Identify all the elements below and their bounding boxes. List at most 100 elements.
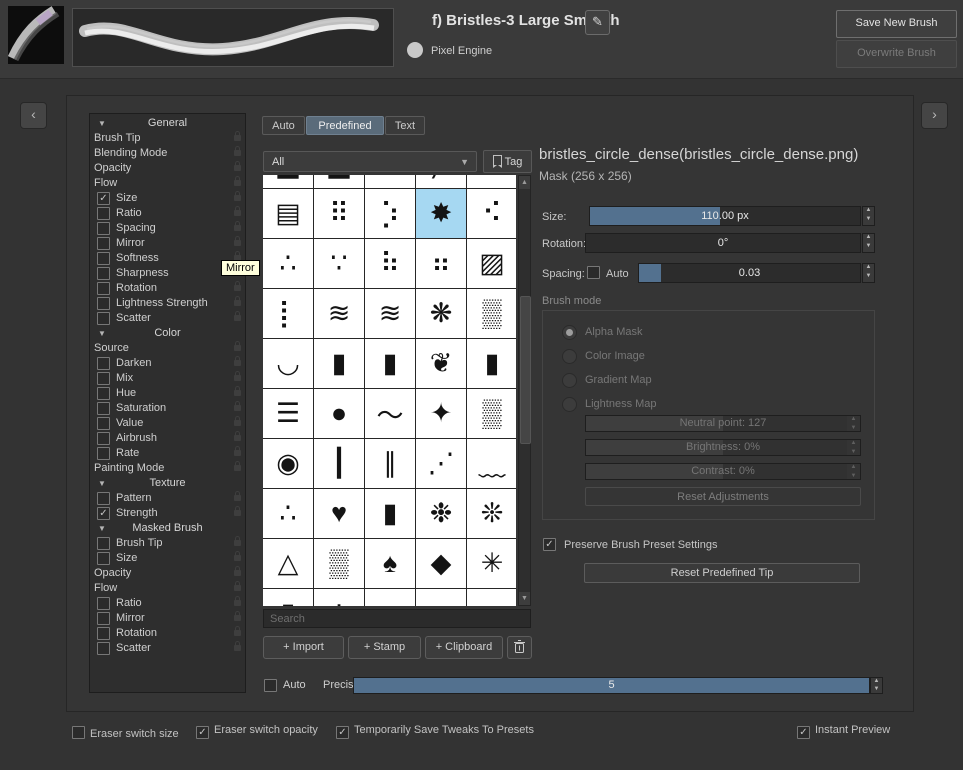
brush-tip-scratch-patch[interactable]: ▒ bbox=[467, 389, 516, 438]
brush-tip-smudge-column[interactable]: ▮ bbox=[365, 489, 415, 538]
option-checkbox[interactable]: ✓ bbox=[97, 192, 110, 205]
checkbox-icon[interactable]: ✓ bbox=[336, 726, 349, 739]
option-pattern[interactable]: Pattern bbox=[90, 491, 245, 506]
brush-tip-ink-diamond[interactable]: ◆ bbox=[416, 539, 466, 588]
brush-tip-dotted-strip[interactable]: ⁝ bbox=[314, 589, 364, 606]
option-checkbox[interactable] bbox=[97, 312, 110, 325]
brush-tip-diagonal-stroke[interactable]: ╱ bbox=[416, 175, 466, 188]
spacing-auto-checkbox[interactable] bbox=[587, 266, 600, 279]
brush-tip-star-sparkle[interactable]: ✦ bbox=[416, 389, 466, 438]
option-rotation[interactable]: Rotation bbox=[90, 626, 245, 641]
option-opacity[interactable]: Opacity bbox=[90, 566, 245, 581]
option-checkbox[interactable] bbox=[97, 207, 110, 220]
brush-tip-heart[interactable]: ♥ bbox=[314, 489, 364, 538]
reset-adjustments-button[interactable]: Reset Adjustments bbox=[585, 487, 861, 506]
option-rotation[interactable]: Rotation bbox=[90, 281, 245, 296]
brush-tip-ink-disc[interactable]: ● bbox=[314, 389, 364, 438]
section-header-masked-brush[interactable]: ▼Masked Brush bbox=[90, 521, 245, 536]
spin-up-icon[interactable]: ▲ bbox=[863, 264, 874, 273]
option-checkbox[interactable] bbox=[97, 447, 110, 460]
triangle-collapse-icon[interactable]: ▼ bbox=[98, 476, 106, 491]
option-ratio[interactable]: Ratio bbox=[90, 206, 245, 221]
brush-tip-dot-ring[interactable]: ⠶ bbox=[416, 239, 466, 288]
brush-tip-pinecone[interactable]: ♠ bbox=[365, 539, 415, 588]
tab-text[interactable]: Text bbox=[385, 116, 425, 135]
brush-tip-fine-specks[interactable]: ⠑ bbox=[467, 175, 516, 188]
option-darken[interactable]: Darken bbox=[90, 356, 245, 371]
option-checkbox[interactable] bbox=[97, 597, 110, 610]
spacing-slider[interactable]: 0.03 bbox=[638, 263, 861, 283]
triangle-collapse-icon[interactable]: ▼ bbox=[98, 521, 106, 536]
option-flow[interactable]: Flow bbox=[90, 581, 245, 596]
option-mix[interactable]: Mix bbox=[90, 371, 245, 386]
rotation-slider[interactable]: 0° bbox=[585, 233, 861, 253]
option-opacity[interactable]: Opacity bbox=[90, 161, 245, 176]
option-lightness-strength[interactable]: Lightness Strength bbox=[90, 296, 245, 311]
save-new-brush-preset-button[interactable]: Save New Brush Preset... bbox=[836, 10, 957, 38]
option-painting-mode[interactable]: Painting Mode bbox=[90, 461, 245, 476]
brush-tip-branch-splat[interactable]: ❊ bbox=[467, 489, 516, 538]
tag-button[interactable]: Tag bbox=[483, 150, 532, 173]
brush-tip-ink-blob[interactable]: ⠛ bbox=[365, 175, 415, 188]
clipboard-button[interactable]: + Clipboard bbox=[425, 636, 503, 659]
spacing-spinner[interactable]: ▲▼ bbox=[862, 263, 875, 283]
option-size[interactable]: Size bbox=[90, 551, 245, 566]
spin-up-icon[interactable]: ▲ bbox=[871, 678, 882, 686]
brush-tip-smear-band[interactable]: ≋ bbox=[314, 289, 364, 338]
scrollbar-down-icon[interactable]: ▼ bbox=[519, 592, 530, 605]
brush-tip-mini-strip-2[interactable]: ▪ bbox=[416, 589, 466, 606]
spin-up-icon[interactable]: ▲ bbox=[863, 207, 874, 216]
brush-tip-segment-bar[interactable]: ▯ bbox=[263, 589, 313, 606]
footer-checkbox-eraser-switch-size[interactable]: Eraser switch size bbox=[72, 724, 179, 738]
brush-tip-smear-band-2[interactable]: ≋ bbox=[365, 289, 415, 338]
spin-up-icon[interactable]: ▲ bbox=[863, 234, 874, 243]
scroll-left-button[interactable]: ‹ bbox=[20, 102, 47, 129]
option-checkbox[interactable] bbox=[97, 432, 110, 445]
option-scatter[interactable]: Scatter bbox=[90, 311, 245, 326]
tab-auto[interactable]: Auto bbox=[262, 116, 305, 135]
option-blending-mode[interactable]: Blending Mode bbox=[90, 146, 245, 161]
brush-tip-scratchy-lines[interactable]: ∥ bbox=[365, 439, 415, 488]
option-checkbox[interactable] bbox=[97, 552, 110, 565]
precision-auto-checkbox[interactable] bbox=[264, 679, 277, 692]
option-scatter[interactable]: Scatter bbox=[90, 641, 245, 656]
footer-checkbox-instant-preview[interactable]: ✓Instant Preview bbox=[797, 724, 890, 738]
delete-tip-button[interactable] bbox=[507, 636, 532, 659]
option-hue[interactable]: Hue bbox=[90, 386, 245, 401]
brush-tip-chalk-square[interactable]: ▒ bbox=[467, 289, 516, 338]
option-size[interactable]: ✓Size bbox=[90, 191, 245, 206]
option-checkbox[interactable] bbox=[97, 612, 110, 625]
brush-tip-dark-column[interactable]: ▮ bbox=[365, 339, 415, 388]
radio-icon[interactable] bbox=[562, 373, 577, 388]
option-checkbox[interactable] bbox=[97, 297, 110, 310]
brush-tip-bar-smudge[interactable]: ▂ bbox=[263, 175, 313, 188]
brush-tip-vein-scribble[interactable]: 〜 bbox=[365, 389, 415, 438]
footer-checkbox-eraser-switch-opacity[interactable]: ✓Eraser switch opacity bbox=[196, 724, 318, 738]
option-checkbox[interactable] bbox=[97, 252, 110, 265]
option-checkbox[interactable] bbox=[97, 492, 110, 505]
overwrite-brush-button[interactable]: Overwrite Brush bbox=[836, 40, 957, 68]
search-input[interactable] bbox=[263, 609, 531, 628]
option-checkbox[interactable] bbox=[97, 237, 110, 250]
brush-tip-fuzzy-stroke[interactable]: ﹏ bbox=[467, 439, 516, 488]
spin-down-icon[interactable]: ▼ bbox=[863, 243, 874, 252]
brush-tip-sweep-strokes[interactable]: ⋰ bbox=[416, 439, 466, 488]
brush-tip-mini-strip[interactable]: ▫ bbox=[365, 589, 415, 606]
option-checkbox[interactable] bbox=[97, 417, 110, 430]
brush-tip-gradient-column[interactable]: ┃ bbox=[314, 439, 364, 488]
checkbox-icon[interactable] bbox=[72, 726, 85, 739]
brush-tip-large-dot-cluster[interactable]: ⠿ bbox=[314, 189, 364, 238]
brush-tip-speckle-strip[interactable]: ⡇ bbox=[263, 289, 313, 338]
option-checkbox[interactable] bbox=[97, 372, 110, 385]
radio-icon[interactable] bbox=[562, 349, 577, 364]
brush-tip-splotch-texture[interactable]: ❋ bbox=[416, 289, 466, 338]
radio-icon[interactable] bbox=[562, 325, 577, 340]
section-header-color[interactable]: ▼Color bbox=[90, 326, 245, 341]
preserve-settings-checkbox[interactable]: ✓ bbox=[543, 538, 556, 551]
brush-tip-speck-column[interactable]: ⡱ bbox=[365, 189, 415, 238]
brush-tip-splat-blobs[interactable]: ❉ bbox=[416, 489, 466, 538]
option-checkbox[interactable] bbox=[97, 537, 110, 550]
option-checkbox[interactable] bbox=[97, 357, 110, 370]
brush-tip-rough-patch[interactable]: ▨ bbox=[467, 239, 516, 288]
option-checkbox[interactable] bbox=[97, 282, 110, 295]
